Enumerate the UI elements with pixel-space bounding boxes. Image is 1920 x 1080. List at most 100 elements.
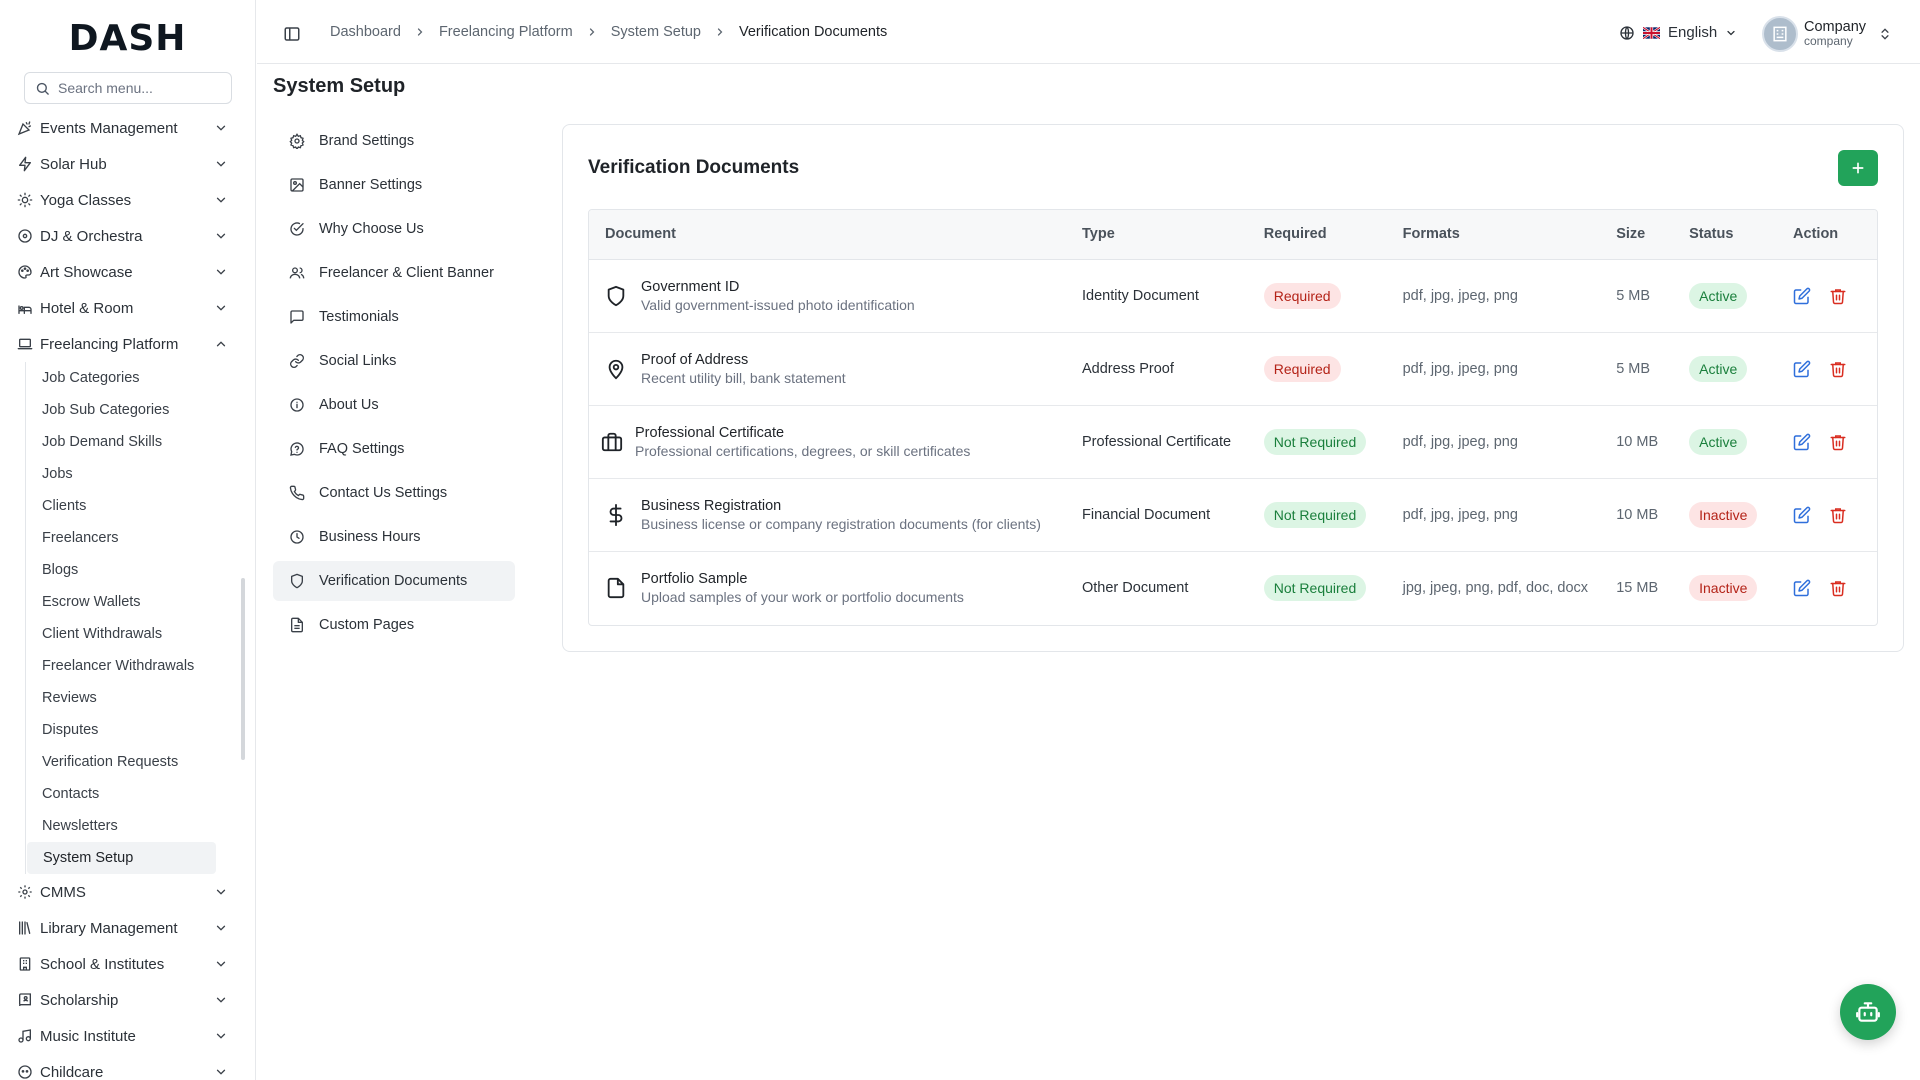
phone-icon [289, 485, 305, 501]
card-title: Verification Documents [588, 157, 800, 178]
edit-icon[interactable] [1793, 506, 1811, 524]
trash-icon[interactable] [1829, 506, 1847, 524]
submenu-item-client-withdrawals[interactable]: Client Withdrawals [26, 618, 216, 650]
sidebar-item-cmms[interactable]: CMMS [0, 874, 240, 910]
chevron-down-icon [216, 269, 226, 275]
sidebar-item-scholarship[interactable]: Scholarship [0, 982, 240, 1018]
settings-item-label: Custom Pages [319, 617, 415, 633]
submenu-item-system-setup[interactable]: System Setup [27, 842, 216, 874]
chevron-down-icon [216, 925, 226, 931]
document-description: Valid government-issued photo identifica… [641, 296, 915, 313]
school-icon [16, 955, 34, 973]
column-header-status[interactable]: Status [1673, 210, 1778, 260]
submenu-item-job-sub-categories[interactable]: Job Sub Categories [26, 394, 216, 426]
company-info: Company company [1804, 20, 1866, 48]
chevron-down-icon [216, 125, 226, 131]
submenu-item-reviews[interactable]: Reviews [26, 682, 216, 714]
add-document-button[interactable] [1838, 150, 1878, 186]
settings-item-faq-settings[interactable]: FAQ Settings [273, 429, 515, 469]
chevron-down-icon [216, 997, 226, 1003]
sidebar-item-label: School & Institutes [40, 955, 165, 973]
settings-item-about-us[interactable]: About Us [273, 385, 515, 425]
document-name: Government ID [641, 278, 740, 295]
page-title: System Setup [273, 75, 406, 97]
column-header-type[interactable]: Type [1066, 210, 1248, 260]
settings-item-contact-us-settings[interactable]: Contact Us Settings [273, 473, 515, 513]
sidebar-item-label: Hotel & Room [40, 299, 134, 317]
settings-item-custom-pages[interactable]: Custom Pages [273, 605, 515, 645]
status-badge: Active [1689, 282, 1748, 309]
submenu-item-job-demand-skills[interactable]: Job Demand Skills [26, 426, 216, 458]
chatbot-button[interactable] [1840, 984, 1896, 1040]
breadcrumb-system-setup[interactable]: System Setup [611, 24, 701, 40]
sidebar-item-art-showcase[interactable]: Art Showcase [0, 254, 240, 290]
settings-item-testimonials[interactable]: Testimonials [273, 297, 515, 337]
submenu-item-freelancers[interactable]: Freelancers [26, 522, 216, 554]
message-square-icon [290, 310, 304, 324]
sidebar-item-label: Music Institute [40, 1027, 136, 1045]
logo[interactable]: DASH [0, 0, 255, 76]
search-input[interactable] [58, 80, 218, 96]
company-switcher[interactable]: Company company [1762, 16, 1892, 52]
trash-icon[interactable] [1829, 287, 1847, 305]
table-row: Portfolio Sample Upload samples of your … [589, 551, 1877, 624]
sidebar-item-dj-orchestra[interactable]: DJ & Orchestra [0, 218, 240, 254]
cog-icon [16, 883, 34, 901]
edit-icon[interactable] [1793, 433, 1811, 451]
language-selector[interactable]: English [1619, 24, 1737, 41]
settings-item-banner-settings[interactable]: Banner Settings [273, 165, 515, 205]
document-type: Identity Document [1082, 287, 1199, 304]
sidebar-item-solar-hub[interactable]: Solar Hub [0, 146, 240, 182]
settings-item-label: Brand Settings [319, 133, 415, 149]
submenu-item-freelancer-withdrawals[interactable]: Freelancer Withdrawals [26, 650, 216, 682]
sidebar-item-childcare[interactable]: Childcare [0, 1054, 240, 1080]
submenu-item-newsletters[interactable]: Newsletters [26, 810, 216, 842]
bot-icon [1856, 1002, 1880, 1022]
required-badge: Not Required [1263, 501, 1367, 528]
trash-icon[interactable] [1829, 579, 1847, 597]
sidebar-item-hotel-room[interactable]: Hotel & Room [0, 290, 240, 326]
submenu-item-jobs[interactable]: Jobs [26, 458, 216, 490]
settings-item-brand-settings[interactable]: Brand Settings [273, 121, 515, 161]
sidebar-item-music-institute[interactable]: Music Institute [0, 1018, 240, 1054]
sidebar-toggle-icon[interactable] [283, 25, 301, 43]
library-icon [16, 919, 34, 937]
settings-item-why-choose-us[interactable]: Why Choose Us [273, 209, 515, 249]
settings-item-social-links[interactable]: Social Links [273, 341, 515, 381]
briefcase-icon [601, 432, 623, 451]
sidebar-item-library-management[interactable]: Library Management [0, 910, 240, 946]
image-icon [290, 178, 304, 192]
breadcrumb-dashboard[interactable]: Dashboard [330, 24, 401, 40]
column-header-document[interactable]: Document [589, 210, 1066, 260]
column-header-size[interactable]: Size [1600, 210, 1674, 260]
edit-icon[interactable] [1793, 579, 1811, 597]
trash-icon[interactable] [1829, 433, 1847, 451]
settings-item-freelancer-client-banner[interactable]: Freelancer & Client Banner [273, 253, 515, 293]
sidebar-item-label: DJ & Orchestra [40, 227, 143, 245]
edit-icon[interactable] [1793, 287, 1811, 305]
sidebar-item-school-institutes[interactable]: School & Institutes [0, 946, 240, 982]
submenu-item-blogs[interactable]: Blogs [26, 554, 216, 586]
chevron-right-icon [589, 28, 595, 36]
submenu-item-job-categories[interactable]: Job Categories [26, 362, 216, 394]
company-role: company [1804, 34, 1853, 48]
sidebar-scrollbar[interactable] [241, 578, 245, 760]
sidebar-item-yoga-classes[interactable]: Yoga Classes [0, 182, 240, 218]
column-header-required[interactable]: Required [1247, 210, 1387, 260]
hotel-icon [16, 299, 34, 317]
submenu-item-contacts[interactable]: Contacts [26, 778, 216, 810]
submenu-item-clients[interactable]: Clients [26, 490, 216, 522]
submenu-item-verification-requests[interactable]: Verification Requests [26, 746, 216, 778]
submenu-item-escrow-wallets[interactable]: Escrow Wallets [26, 586, 216, 618]
chevron-down-icon [216, 305, 226, 311]
sidebar-item-events-management[interactable]: Events Management [0, 110, 240, 146]
sidebar-search[interactable] [24, 72, 232, 104]
submenu-item-disputes[interactable]: Disputes [26, 714, 216, 746]
sidebar-item-freelancing-platform[interactable]: Freelancing Platform [0, 326, 240, 362]
edit-icon[interactable] [1793, 360, 1811, 378]
settings-item-business-hours[interactable]: Business Hours [273, 517, 515, 557]
breadcrumb-freelancing-platform[interactable]: Freelancing Platform [439, 24, 573, 40]
settings-item-verification-documents[interactable]: Verification Documents [273, 561, 515, 601]
column-header-formats[interactable]: Formats [1386, 210, 1601, 260]
trash-icon[interactable] [1829, 360, 1847, 378]
